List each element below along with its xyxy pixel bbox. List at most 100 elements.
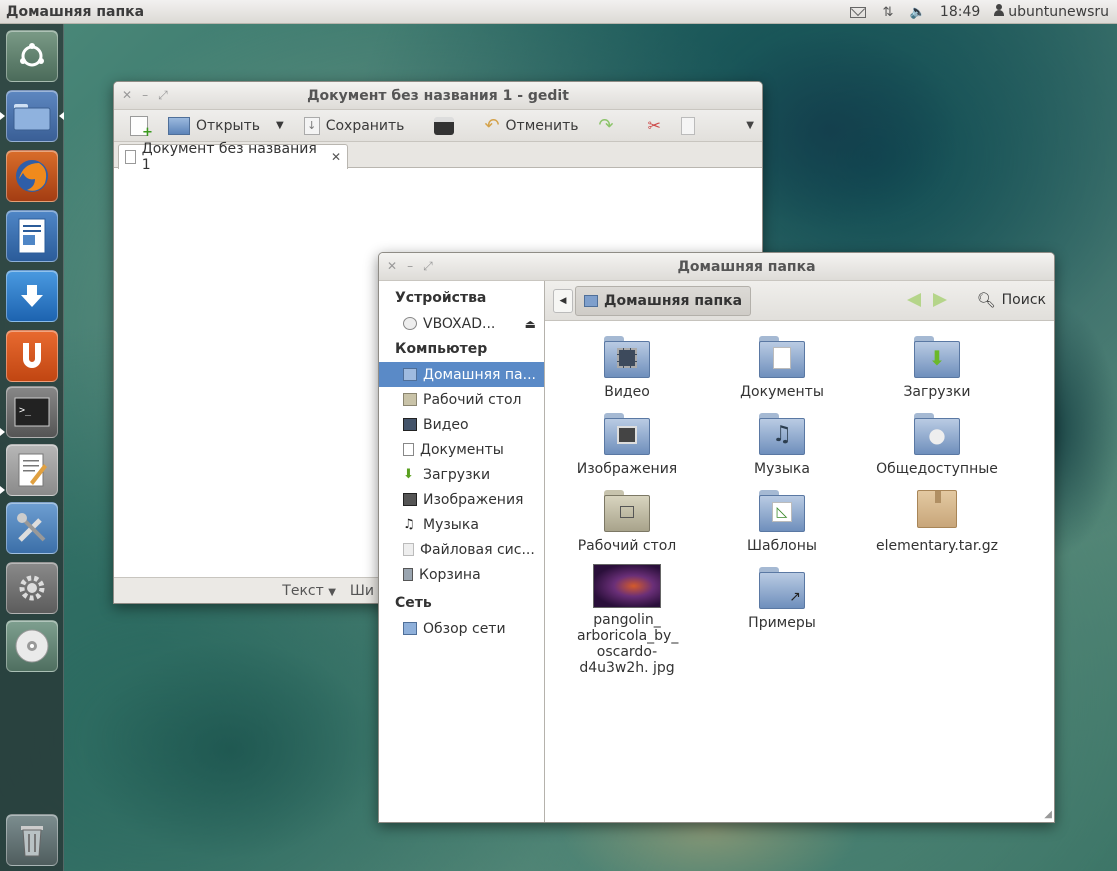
copy-button[interactable] xyxy=(673,112,703,140)
close-icon[interactable]: ✕ xyxy=(122,88,132,103)
music-note-icon: ♫ xyxy=(772,422,792,447)
ubuntu-dash-icon[interactable] xyxy=(6,30,58,82)
eject-icon[interactable]: ⏏ xyxy=(525,317,536,331)
new-document-button[interactable]: + xyxy=(122,112,156,140)
settings-icon[interactable] xyxy=(6,562,58,614)
minimize-icon[interactable]: – xyxy=(142,88,148,103)
clock[interactable]: 18:49 xyxy=(940,4,980,20)
folder-desktop[interactable]: Рабочий стол xyxy=(562,490,692,554)
new-document-icon: + xyxy=(130,115,153,139)
svg-text:>_: >_ xyxy=(19,405,32,416)
tab-width-selector[interactable]: Ши xyxy=(350,583,374,599)
nav-forward-arrow-icon[interactable] xyxy=(933,293,947,307)
save-button[interactable]: ↓ Сохранить xyxy=(296,112,413,140)
gedit-titlebar[interactable]: ✕ – ⤢ Документ без названия 1 - gedit xyxy=(114,82,762,110)
volume-icon[interactable]: 🔈 xyxy=(910,5,926,20)
top-panel: Домашняя папка ⇅ 🔈 18:49 ubuntunewsru xyxy=(0,0,1117,24)
document-icon xyxy=(403,443,414,456)
network-icon[interactable]: ⇅ xyxy=(880,5,896,20)
pictures-icon xyxy=(403,493,417,506)
firefox-icon[interactable] xyxy=(6,150,58,202)
undo-button[interactable]: ↶ Отменить xyxy=(476,112,586,140)
print-icon xyxy=(434,116,455,135)
indicator-area: ⇅ 🔈 18:49 ubuntunewsru xyxy=(849,0,1109,24)
language-selector[interactable]: Текст ▼ xyxy=(282,583,336,599)
maximize-icon[interactable]: ⤢ xyxy=(158,88,168,103)
sidebar-item-vboxadditions[interactable]: VBOXAD... ⏏ xyxy=(379,311,544,336)
save-icon: ↓ xyxy=(303,116,320,135)
mail-icon[interactable] xyxy=(849,5,866,19)
terminal-icon[interactable]: >_ xyxy=(6,386,58,438)
sidebar-item-videos[interactable]: Видео xyxy=(379,412,544,437)
archive-elementary[interactable]: elementary.tar.gz xyxy=(872,490,1002,554)
folder-examples[interactable]: ↗ Примеры xyxy=(717,567,847,631)
files-icon[interactable] xyxy=(6,90,58,142)
document-icon xyxy=(125,150,136,164)
home-folder-icon xyxy=(584,295,598,307)
sidebar-item-filesystem[interactable]: Файловая сис... xyxy=(379,537,544,562)
image-pangolin[interactable]: pangolin_ arboricola_by_ oscardo-d4u3w2h… xyxy=(562,564,692,676)
minimize-icon[interactable]: – xyxy=(407,259,413,274)
window-title: Документ без названия 1 - gedit xyxy=(307,87,569,104)
resize-grip-icon[interactable]: ◢ xyxy=(1044,809,1052,820)
window-title: Домашняя папка xyxy=(677,258,816,275)
ubuntu-one-icon[interactable] xyxy=(6,330,58,382)
computer-header: Компьютер xyxy=(395,341,488,357)
cut-icon: ✂ xyxy=(647,116,662,135)
sidebar-item-pictures[interactable]: Изображения xyxy=(379,487,544,512)
active-app-title: Домашняя папка xyxy=(6,3,145,20)
folder-public[interactable]: ● Общедоступные xyxy=(872,413,1002,477)
cut-button[interactable]: ✂ xyxy=(640,112,669,140)
toolbar-overflow-button[interactable]: ▼ xyxy=(738,112,762,140)
breadcrumb-home[interactable]: Домашняя папка xyxy=(575,286,752,316)
sidebar-item-music[interactable]: ♫ Музыка xyxy=(379,512,544,537)
nav-back-arrow-icon[interactable] xyxy=(907,293,921,307)
text-editor-icon[interactable] xyxy=(6,444,58,496)
update-manager-icon[interactable] xyxy=(6,270,58,322)
template-icon: ◺ xyxy=(772,502,792,522)
launcher: >_ xyxy=(0,24,64,871)
fm-toolbar: ◀ Домашняя папка 🔍︎ Поиск xyxy=(545,281,1054,321)
file-view: ◀ Домашняя папка 🔍︎ Поиск Видео Документ… xyxy=(545,281,1054,822)
devices-header: Устройства xyxy=(395,290,487,306)
user-menu[interactable]: ubuntunewsru xyxy=(994,4,1109,20)
music-icon: ♫ xyxy=(403,517,415,532)
back-button[interactable]: ◀ xyxy=(553,289,573,313)
sidebar-item-trash[interactable]: Корзина xyxy=(379,562,544,587)
document-tab[interactable]: Документ без названия 1 ✕ xyxy=(118,141,348,173)
home-folder-icon xyxy=(403,368,417,381)
sidebar-item-downloads[interactable]: ⬇ Загрузки xyxy=(379,462,544,487)
sidebar-item-documents[interactable]: Документы xyxy=(379,437,544,462)
search-button[interactable]: 🔍︎ Поиск xyxy=(977,291,1046,309)
sidebar-item-network[interactable]: Обзор сети xyxy=(379,616,544,641)
folder-templates[interactable]: ◺ Шаблоны xyxy=(717,490,847,554)
trash-icon[interactable] xyxy=(6,814,58,866)
open-button[interactable]: Открыть ▼ xyxy=(160,112,292,140)
undo-icon: ↶ xyxy=(484,115,500,136)
folder-documents[interactable]: Документы xyxy=(717,336,847,400)
folder-downloads[interactable]: ⬇ Загрузки xyxy=(872,336,1002,400)
dvd-icon[interactable] xyxy=(6,620,58,672)
tab-close-icon[interactable]: ✕ xyxy=(331,150,341,164)
redo-icon: ↷ xyxy=(598,115,614,136)
download-icon: ⬇ xyxy=(403,467,414,482)
close-icon[interactable]: ✕ xyxy=(387,259,397,274)
folder-videos[interactable]: Видео xyxy=(562,336,692,400)
sidebar-item-home[interactable]: Домашняя па... xyxy=(379,362,544,387)
symlink-arrow-icon: ↗ xyxy=(789,589,801,605)
folder-pictures[interactable]: Изображения xyxy=(562,413,692,477)
sidebar-item-desktop[interactable]: Рабочий стол xyxy=(379,387,544,412)
folder-music[interactable]: ♫ Музыка xyxy=(717,413,847,477)
chevron-down-icon: ▼ xyxy=(328,586,336,598)
desktop-icon xyxy=(617,502,637,522)
maximize-icon[interactable]: ⤢ xyxy=(423,259,433,274)
network-folder-icon xyxy=(403,622,417,635)
system-tools-icon[interactable] xyxy=(6,502,58,554)
fm-titlebar[interactable]: ✕ – ⤢ Домашняя папка xyxy=(379,253,1054,281)
print-button[interactable] xyxy=(426,112,462,140)
trash-icon xyxy=(403,568,413,581)
dropdown-arrow-icon[interactable]: ▼ xyxy=(276,120,284,131)
redo-button[interactable]: ↷ xyxy=(591,112,622,140)
open-folder-icon xyxy=(168,116,190,135)
writer-icon[interactable] xyxy=(6,210,58,262)
